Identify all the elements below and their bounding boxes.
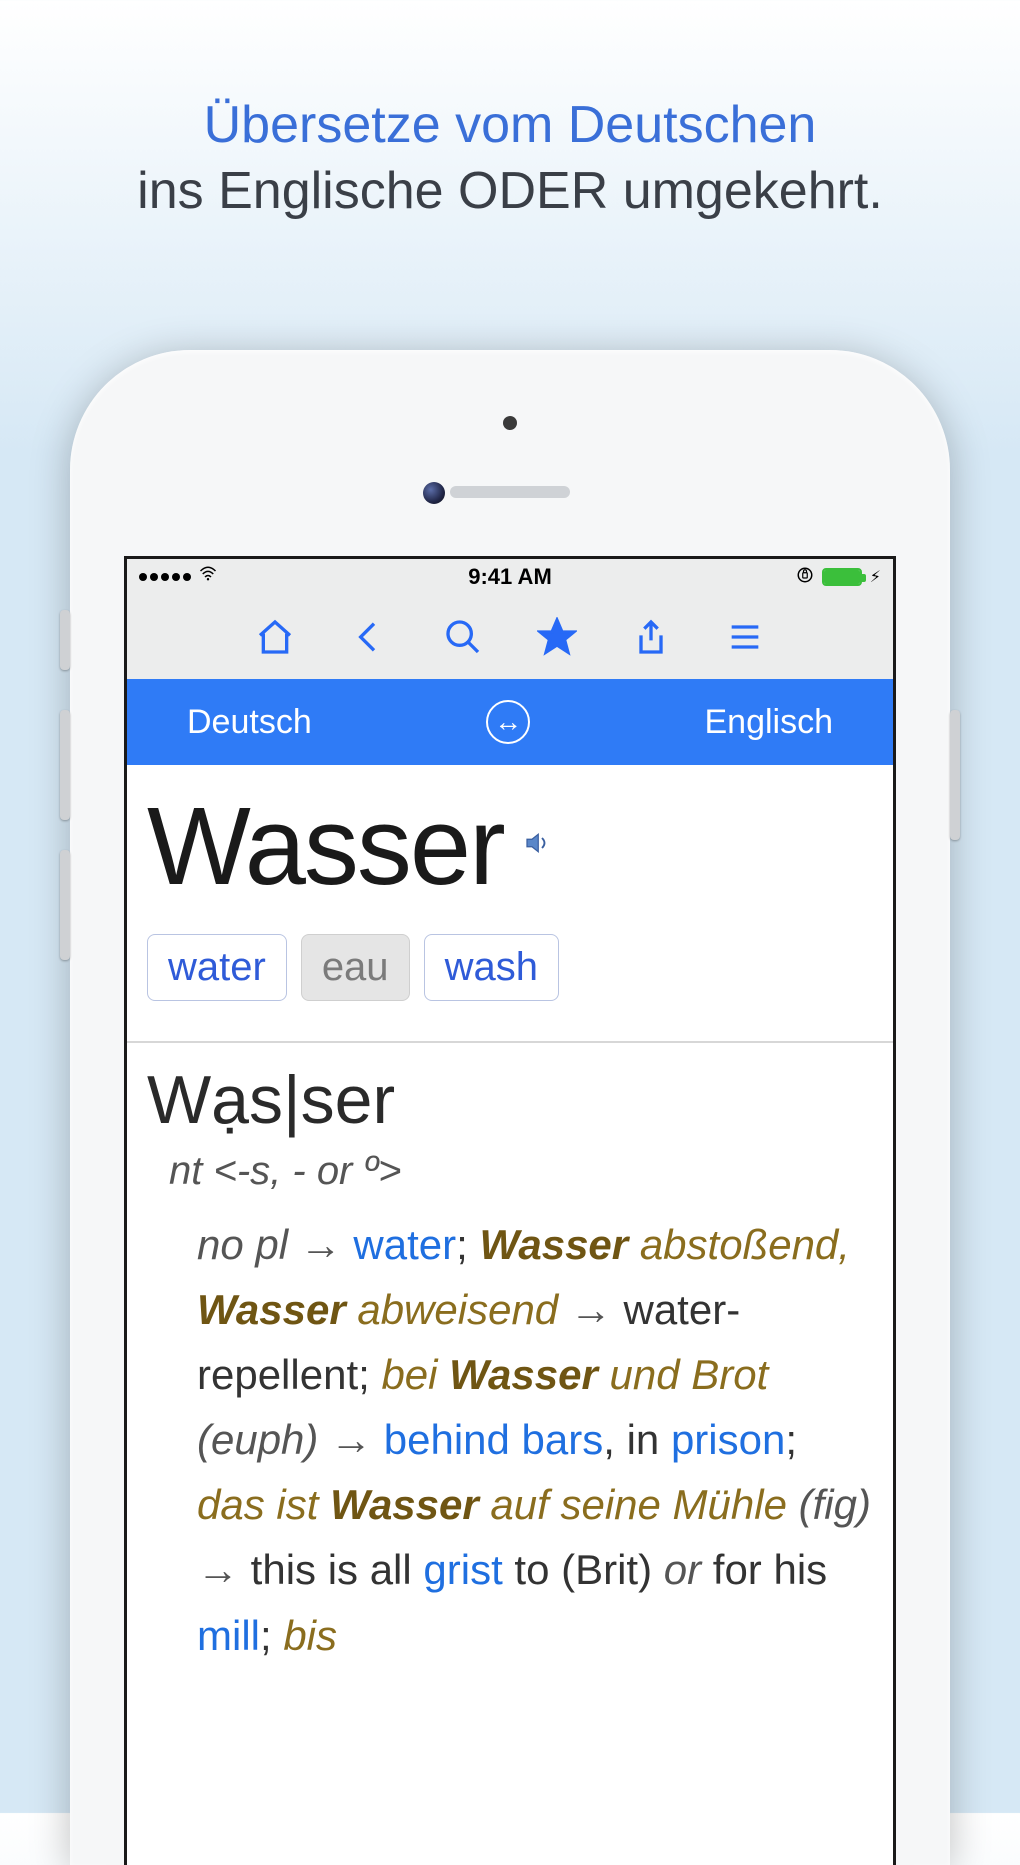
example-de: Wasser [479, 1221, 628, 1268]
status-left [139, 565, 219, 589]
txt: in [627, 1416, 671, 1463]
example-de: bis [283, 1612, 337, 1659]
phone-volume-up [60, 710, 70, 820]
star-icon[interactable] [535, 615, 579, 659]
example-de: auf [479, 1481, 549, 1528]
translation-chips: water eau wash [147, 934, 873, 1001]
txt: ; [456, 1221, 479, 1268]
search-icon[interactable] [441, 615, 485, 659]
txt: for his [713, 1546, 827, 1593]
link-grist[interactable]: grist [423, 1546, 502, 1593]
promo-line-2: ins Englische ODER umgekehrt. [0, 161, 1020, 221]
share-icon[interactable] [629, 615, 673, 659]
phone-speaker [450, 486, 570, 498]
status-right: ⚡︎ [796, 566, 881, 589]
example-de: und Brot [610, 1351, 769, 1398]
example-de: abweisend [357, 1286, 558, 1333]
phone-front-camera [423, 482, 445, 504]
link-water[interactable]: water [353, 1221, 456, 1268]
menu-icon[interactable] [723, 615, 767, 659]
audio-icon[interactable] [522, 828, 552, 866]
phone-bezel: 9:41 AM ⚡︎ [106, 386, 914, 1865]
definition-body: no pl → water; Wasser abstoßend, Wasser … [147, 1212, 873, 1668]
headword: Wasser [147, 783, 504, 910]
swap-languages-button[interactable]: ↔ [486, 700, 530, 744]
phone-sensor-dot [503, 416, 517, 430]
txt: (euph) [197, 1416, 330, 1463]
example-de: das ist [197, 1481, 330, 1528]
txt: this is all [239, 1546, 423, 1593]
arrow-icon: → [330, 1416, 372, 1463]
phone-screen: 9:41 AM ⚡︎ [124, 556, 896, 1865]
phone-mute-switch [60, 610, 70, 670]
entry-content: Wasser water eau wash Wạs|ser nt <-s, - … [127, 765, 893, 1865]
grammar-info: nt <-s, - or º> [169, 1149, 873, 1194]
example-de: bei [381, 1351, 449, 1398]
syllabification: Wạs|ser [147, 1061, 873, 1139]
promo-line-1: Übersetze vom Deutschen [0, 95, 1020, 155]
swap-icon: ↔ [494, 706, 522, 738]
arrow-icon: → [570, 1286, 612, 1333]
phone-volume-down [60, 850, 70, 960]
txt: , [603, 1416, 615, 1463]
status-time: 9:41 AM [468, 564, 552, 590]
example-de: Wasser [197, 1286, 346, 1333]
chip-wash[interactable]: wash [424, 934, 559, 1001]
signal-dots-icon [139, 573, 191, 581]
txt: (fig) [787, 1481, 871, 1528]
promo-block: Übersetze vom Deutschen ins Englische OD… [0, 0, 1020, 221]
link-behind-bars[interactable]: behind bars [372, 1416, 603, 1463]
charging-bolt-icon: ⚡︎ [870, 567, 881, 587]
target-language[interactable]: Englisch [704, 703, 833, 742]
txt: or [664, 1546, 713, 1593]
arrow-icon: → [197, 1546, 239, 1593]
example-de: Wasser [330, 1481, 479, 1528]
txt: no pl [197, 1221, 288, 1268]
link-prison[interactable]: prison [671, 1416, 785, 1463]
txt: ; [785, 1416, 797, 1463]
txt: ; [260, 1612, 283, 1659]
txt: to (Brit) [514, 1546, 663, 1593]
source-language[interactable]: Deutsch [187, 703, 312, 742]
phone-power-button [950, 710, 960, 840]
home-icon[interactable] [253, 615, 297, 659]
example-de: abstoßend, [640, 1221, 850, 1268]
separator [127, 1041, 893, 1043]
chip-water[interactable]: water [147, 934, 287, 1001]
toolbar [127, 595, 893, 679]
battery-icon [822, 568, 862, 586]
wifi-icon [197, 565, 219, 589]
link-mill[interactable]: mill [197, 1612, 260, 1659]
example-de: Wasser [449, 1351, 598, 1398]
example-de: seine Mühle [560, 1481, 786, 1528]
back-icon[interactable] [347, 615, 391, 659]
status-bar: 9:41 AM ⚡︎ [127, 559, 893, 595]
chip-eau[interactable]: eau [301, 934, 410, 1001]
headword-row: Wasser [147, 783, 873, 910]
language-bar: Deutsch ↔ Englisch [127, 679, 893, 765]
arrow-icon: → [300, 1221, 342, 1268]
rotation-lock-icon [796, 566, 814, 589]
phone-frame: 9:41 AM ⚡︎ [70, 350, 950, 1865]
